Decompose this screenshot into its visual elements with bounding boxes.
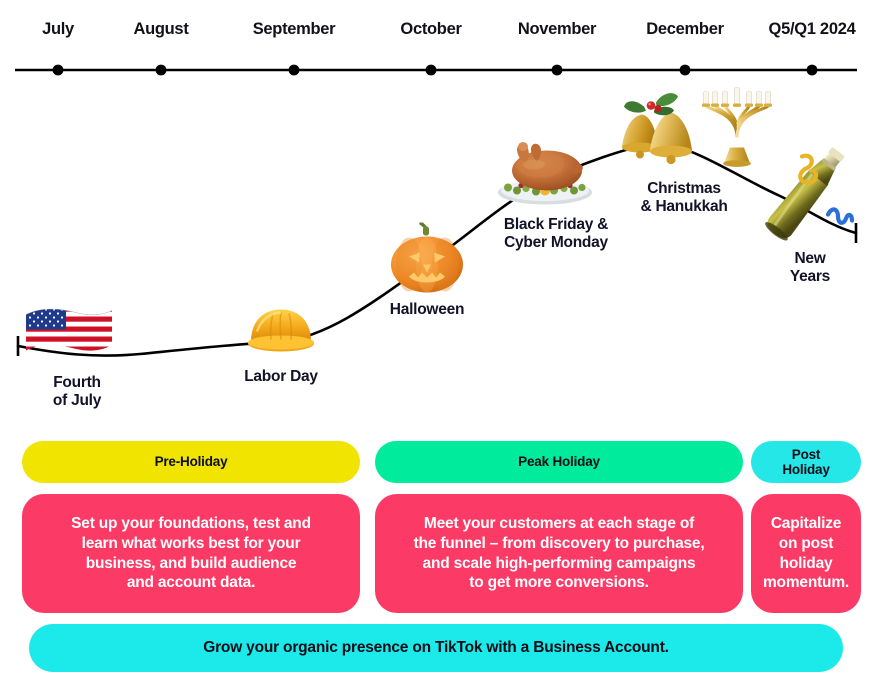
month-label: December [646,20,724,38]
momentum-curve-path [16,140,858,357]
month-label: August [133,20,189,38]
phase-pill[interactable]: Pre-Holiday [22,441,360,483]
axis-line-svg [15,64,857,76]
axis-dot [679,64,691,76]
axis-dot [155,64,167,76]
month-label: Q5/Q1 2024 [768,20,856,38]
phase-description-card: Meet your customers at each stage of the… [375,494,743,613]
phase-description-card: Capitalize on post holiday momentum. [751,494,861,613]
axis-dot [425,64,437,76]
phase-description-card: Set up your foundations, test and learn … [22,494,360,613]
month-label: October [400,20,462,38]
month-label: July [42,20,74,38]
axis-dot [52,64,64,76]
phase-pill-row: Pre-Holiday Peak Holiday Post Holiday [0,441,872,485]
axis-dot [551,64,563,76]
event-label: Labor Day [244,368,318,385]
business-account-banner[interactable]: Grow your organic presence on TikTok wit… [29,624,843,672]
event-label: Christmas & Hanukkah [640,180,728,216]
phase-pill[interactable]: Post Holiday [751,441,861,483]
axis-dot [288,64,300,76]
holiday-timeline-infographic: July August September October November Decemb… [0,0,872,690]
axis-dot [806,64,818,76]
phase-pill[interactable]: Peak Holiday [375,441,743,483]
phase-description-card-row: Set up your foundations, test and learn … [0,494,872,613]
event-label: Black Friday & Cyber Monday [503,216,609,252]
month-axis: July August September October November Decemb… [0,0,872,86]
month-label: September [252,20,336,38]
event-label: Fourth of July [52,374,102,410]
momentum-curve-svg [16,140,858,357]
event-label: New Years [789,250,831,286]
month-label: November [517,20,597,38]
event-label: Halloween [389,301,465,318]
events-area: Fourth of July Labor Day Halloween Black Fr… [0,86,872,428]
